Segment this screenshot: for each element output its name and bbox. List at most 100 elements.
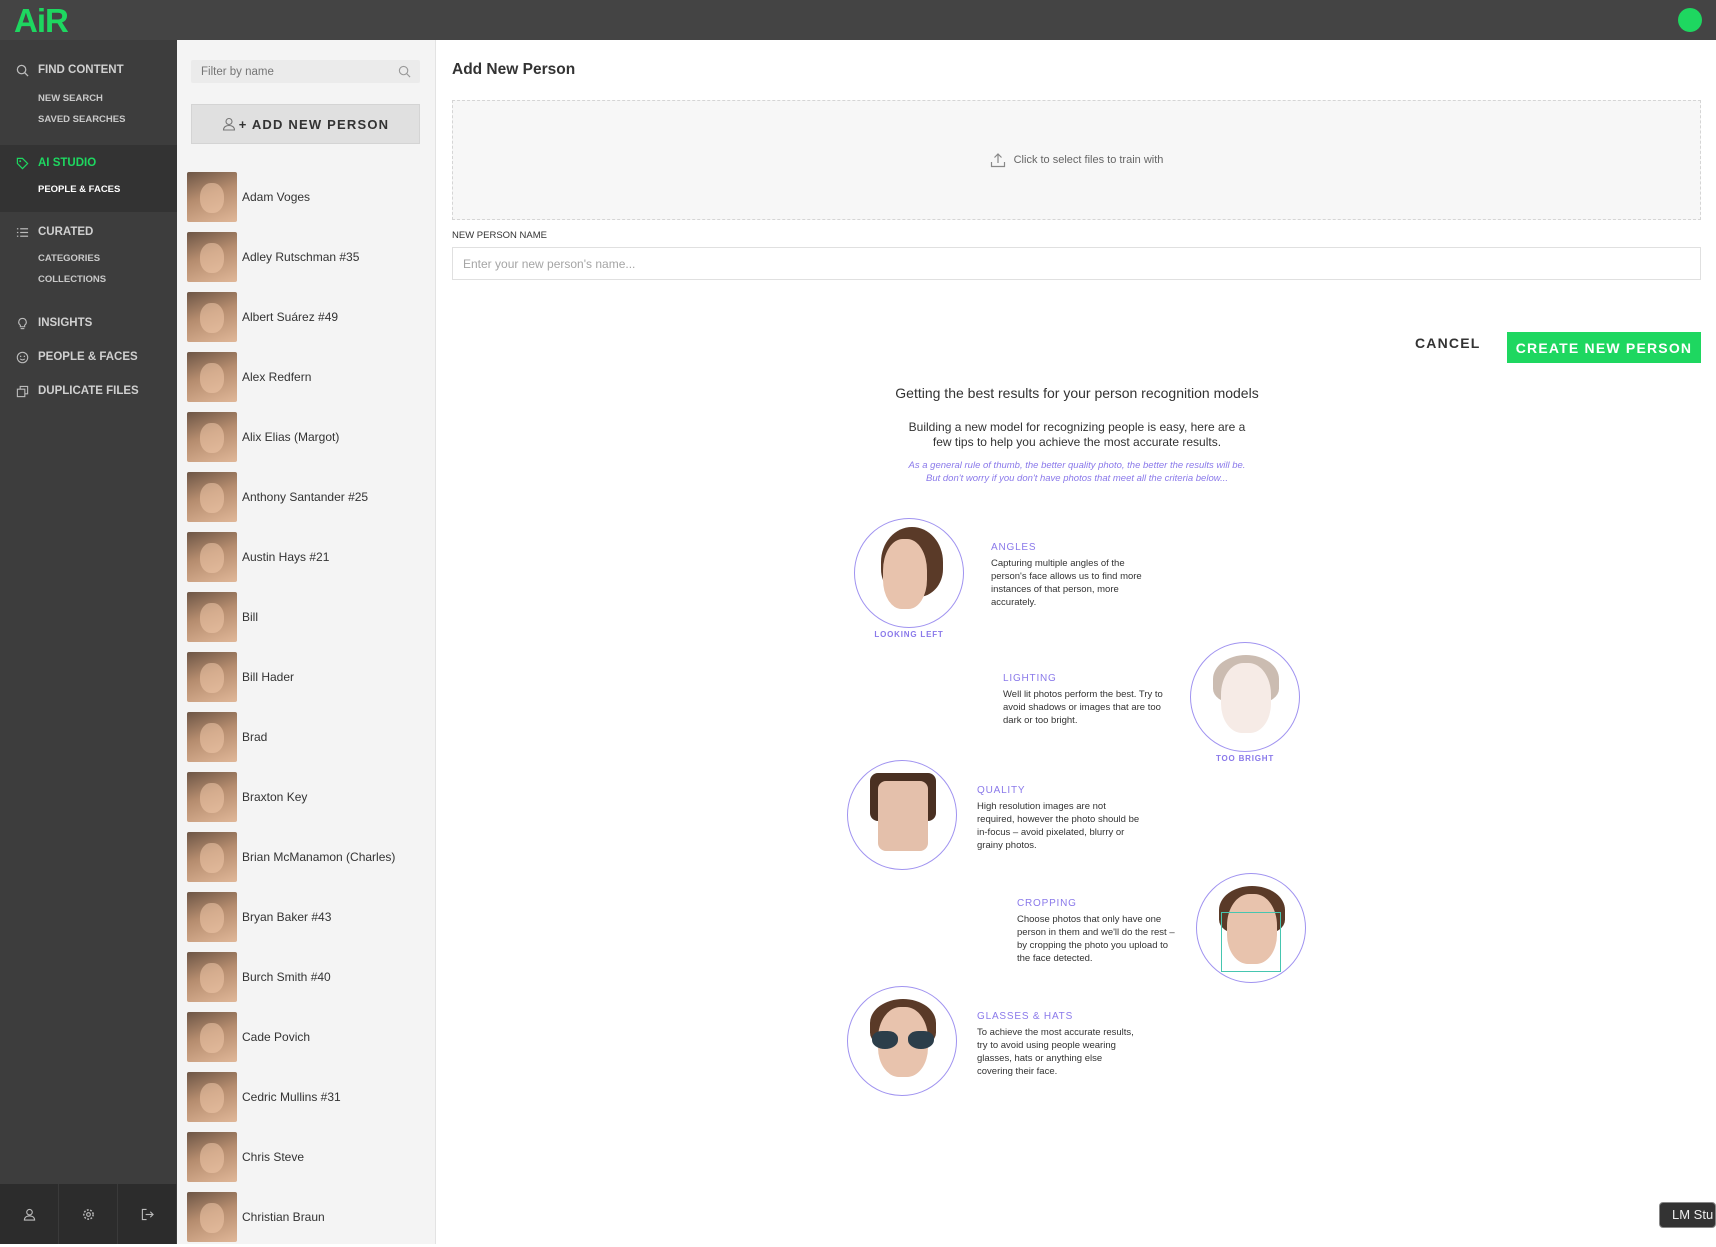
person-name: Cedric Mullins #31 bbox=[242, 1090, 341, 1104]
cropping-example-photo bbox=[1196, 873, 1306, 983]
person-list-item[interactable]: Bill bbox=[177, 587, 436, 647]
person-list-item[interactable]: Adley Rutschman #35 bbox=[177, 227, 436, 287]
nav-section-ai-studio: AI STUDIO PEOPLE & FACES bbox=[0, 145, 177, 212]
filter-by-name-input[interactable] bbox=[191, 60, 420, 83]
nav-collections[interactable]: COLLECTIONS bbox=[0, 269, 177, 290]
lightbulb-icon bbox=[18, 317, 27, 329]
person-avatar bbox=[187, 352, 237, 402]
person-list: Adam Voges Adley Rutschman #35 Albert Suár… bbox=[177, 167, 436, 1247]
person-name: Anthony Santander #25 bbox=[242, 490, 369, 504]
person-list-item[interactable]: Burch Smith #40 bbox=[177, 947, 436, 1007]
nav-saved-searches[interactable]: SAVED SEARCHES bbox=[0, 109, 177, 130]
people-panel: + ADD NEW PERSON Adam Voges Adley Rutschm… bbox=[177, 40, 436, 1244]
lighting-example-photo bbox=[1190, 642, 1300, 752]
person-avatar bbox=[187, 412, 237, 462]
person-name: Chris Steve bbox=[242, 1150, 305, 1164]
person-name: Brian McManamon (Charles) bbox=[242, 850, 396, 864]
add-person-panel: Add New Person Click to select files to … bbox=[437, 40, 1716, 1244]
nav-section-insights: INSIGHTS bbox=[0, 313, 177, 333]
lm-studio-badge[interactable]: LM Stu bbox=[1659, 1202, 1716, 1228]
nav-curated[interactable]: CURATED bbox=[0, 222, 177, 242]
person-avatar bbox=[187, 1072, 237, 1122]
cropping-heading: CROPPING bbox=[1017, 898, 1077, 909]
person-avatar bbox=[187, 952, 237, 1002]
angles-heading: ANGLES bbox=[991, 542, 1037, 553]
person-avatar bbox=[187, 232, 237, 282]
person-avatar bbox=[187, 1012, 237, 1062]
tips-intro: Building a new model for recognizing peo… bbox=[908, 420, 1246, 449]
air-logo[interactable]: AiR™ bbox=[14, 0, 75, 40]
person-name: Austin Hays #21 bbox=[242, 550, 330, 564]
nav-new-search[interactable]: NEW SEARCH bbox=[0, 88, 177, 109]
person-avatar bbox=[187, 292, 237, 342]
person-list-item[interactable]: Brian McManamon (Charles) bbox=[177, 827, 436, 887]
quality-example-photo bbox=[847, 760, 957, 870]
file-upload-dropzone[interactable]: Click to select files to train with bbox=[452, 100, 1701, 220]
person-list-item[interactable]: Chris Steve bbox=[177, 1127, 436, 1187]
page-title: Add New Person bbox=[452, 61, 576, 78]
lighting-caption: TOO BRIGHT bbox=[1215, 754, 1275, 763]
person-list-item[interactable]: Albert Suárez #49 bbox=[177, 287, 436, 347]
nav-section-curated: CURATED CATEGORIES COLLECTIONS bbox=[0, 222, 177, 290]
sunglasses-left-lens bbox=[872, 1031, 898, 1049]
person-list-item[interactable]: Alex Redfern bbox=[177, 347, 436, 407]
nav-people-faces[interactable]: PEOPLE & FACES bbox=[0, 347, 177, 367]
sunglasses-right-lens bbox=[908, 1031, 934, 1049]
status-indicator-dot[interactable] bbox=[1678, 8, 1702, 32]
person-avatar bbox=[187, 592, 237, 642]
quality-body: High resolution images are not required,… bbox=[977, 801, 1140, 851]
tag-icon bbox=[16, 157, 29, 169]
person-list-item[interactable]: Cade Povich bbox=[177, 1007, 436, 1067]
nav-ai-studio[interactable]: AI STUDIO bbox=[0, 153, 177, 173]
person-list-item[interactable]: Braxton Key bbox=[177, 767, 436, 827]
lighting-body: Well lit photos perform the best. Try to… bbox=[1003, 689, 1163, 726]
person-name: Albert Suárez #49 bbox=[242, 310, 339, 324]
nav-section-find-content: FIND CONTENT NEW SEARCH SAVED SEARCHES bbox=[0, 60, 177, 130]
person-avatar bbox=[187, 772, 237, 822]
person-avatar bbox=[187, 472, 237, 522]
nav-people-faces-sub[interactable]: PEOPLE & FACES bbox=[0, 179, 177, 200]
nav-categories[interactable]: CATEGORIES bbox=[0, 248, 177, 269]
nav-section-duplicate-files: DUPLICATE FILES bbox=[0, 381, 177, 401]
face-shape bbox=[878, 781, 928, 851]
person-avatar bbox=[187, 1132, 237, 1182]
create-new-person-button[interactable]: CREATE NEW PERSON bbox=[1507, 332, 1701, 363]
list-icon bbox=[16, 227, 29, 237]
person-list-item[interactable]: Christian Braun bbox=[177, 1187, 436, 1247]
person-list-item[interactable]: Brad bbox=[177, 707, 436, 767]
smiley-icon bbox=[16, 351, 29, 363]
person-name: Alex Redfern bbox=[242, 370, 312, 384]
person-name: Christian Braun bbox=[242, 1210, 325, 1224]
person-list-item[interactable]: Austin Hays #21 bbox=[177, 527, 436, 587]
nav-duplicate-files[interactable]: DUPLICATE FILES bbox=[0, 381, 177, 401]
angles-example-photo bbox=[854, 518, 964, 628]
logout-button[interactable] bbox=[118, 1184, 177, 1244]
person-avatar bbox=[187, 712, 237, 762]
nav-find-content[interactable]: FIND CONTENT bbox=[0, 60, 177, 80]
person-name: Bill Hader bbox=[242, 670, 295, 684]
tips-note: As a general rule of thumb, the better q… bbox=[908, 460, 1246, 484]
person-name: Bill bbox=[242, 610, 259, 624]
person-list-item[interactable]: Adam Voges bbox=[177, 167, 436, 227]
person-list-item[interactable]: Bill Hader bbox=[177, 647, 436, 707]
person-list-item[interactable]: Alix Elias (Margot) bbox=[177, 407, 436, 467]
nav-section-people-faces: PEOPLE & FACES bbox=[0, 347, 177, 367]
person-avatar bbox=[187, 652, 237, 702]
settings-button[interactable] bbox=[59, 1184, 118, 1244]
profile-button[interactable] bbox=[0, 1184, 59, 1244]
angles-caption: LOOKING LEFT bbox=[874, 630, 944, 639]
face-shape bbox=[1221, 663, 1271, 733]
logout-icon bbox=[141, 1208, 154, 1220]
face-detection-box bbox=[1221, 912, 1281, 972]
person-list-item[interactable]: Cedric Mullins #31 bbox=[177, 1067, 436, 1127]
person-name: Adam Voges bbox=[242, 190, 311, 204]
new-person-name-input[interactable] bbox=[452, 247, 1701, 280]
nav-insights[interactable]: INSIGHTS bbox=[0, 313, 177, 333]
cancel-button[interactable]: CANCEL bbox=[1415, 333, 1481, 353]
tips-title: Getting the best results for your person… bbox=[895, 385, 1259, 401]
person-list-item[interactable]: Anthony Santander #25 bbox=[177, 467, 436, 527]
add-new-person-button[interactable]: + ADD NEW PERSON bbox=[191, 104, 420, 144]
person-list-item[interactable]: Bryan Baker #43 bbox=[177, 887, 436, 947]
person-name: Cade Povich bbox=[242, 1030, 311, 1044]
top-bar: AiR™ bbox=[0, 0, 1716, 40]
